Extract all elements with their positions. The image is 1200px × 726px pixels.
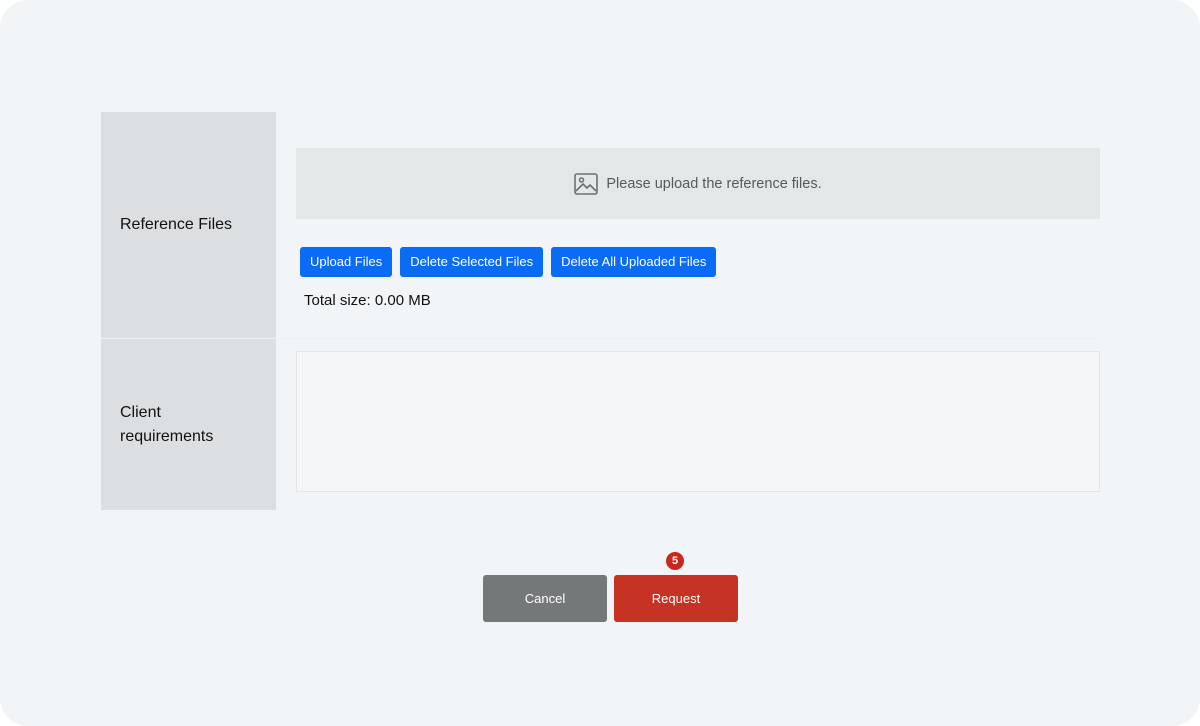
- file-dropzone[interactable]: Please upload the reference files.: [296, 148, 1100, 219]
- client-requirements-textarea[interactable]: [296, 351, 1100, 492]
- reference-files-content: Please upload the reference files. Uploa…: [276, 112, 1101, 338]
- dropzone-text: Please upload the reference files.: [606, 175, 822, 192]
- total-size-text: Total size: 0.00 MB: [304, 292, 431, 309]
- client-requirements-label: Client requirements: [120, 403, 214, 445]
- reference-files-label-cell: Reference Files: [101, 112, 276, 338]
- client-requirements-label-cell: Client requirements: [101, 339, 276, 510]
- delete-all-uploaded-files-button[interactable]: Delete All Uploaded Files: [551, 247, 717, 277]
- client-requirements-row: Client requirements: [101, 338, 1101, 510]
- form-actions: Cancel Request: [483, 575, 738, 622]
- request-form: Reference Files Please upload the refere…: [101, 112, 1101, 510]
- app-frame: Reference Files Please upload the refere…: [0, 0, 1200, 726]
- request-button[interactable]: Request: [614, 575, 738, 622]
- client-requirements-content: [276, 339, 1101, 510]
- reference-files-row: Reference Files Please upload the refere…: [101, 112, 1101, 338]
- delete-selected-files-button[interactable]: Delete Selected Files: [400, 247, 544, 277]
- cancel-button[interactable]: Cancel: [483, 575, 607, 622]
- file-actions: Upload Files Delete Selected Files Delet…: [300, 247, 717, 277]
- step-badge: 5: [666, 552, 684, 570]
- upload-files-button[interactable]: Upload Files: [300, 247, 393, 277]
- image-icon: [574, 172, 599, 195]
- reference-files-label: Reference Files: [120, 216, 233, 233]
